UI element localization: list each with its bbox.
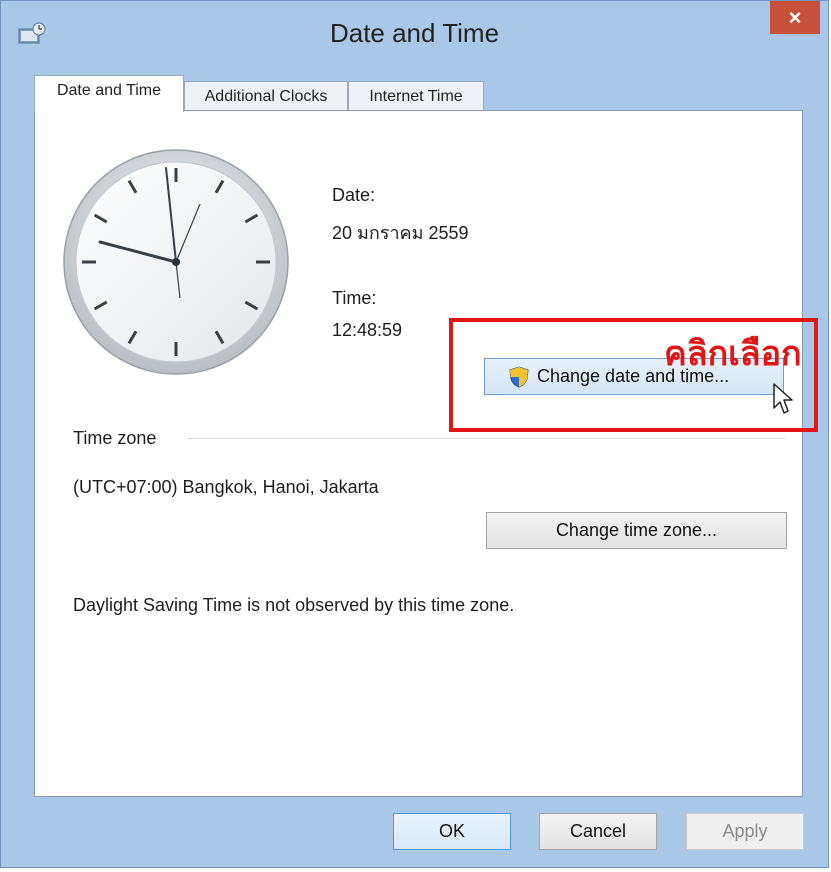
analog-clock-icon	[63, 149, 289, 375]
time-zone-value: (UTC+07:00) Bangkok, Hanoi, Jakarta	[73, 477, 379, 497]
cancel-button[interactable]: Cancel	[539, 813, 657, 850]
time-label: Time:	[332, 288, 377, 308]
tab-date-and-time[interactable]: Date and Time	[34, 75, 184, 112]
time-zone-section-label: Time zone	[73, 428, 157, 448]
dst-note: Daylight Saving Time is not observed by …	[73, 595, 515, 615]
tab-additional-clocks[interactable]: Additional Clocks	[184, 81, 348, 111]
ok-button[interactable]: OK	[393, 813, 511, 850]
time-value: 12:48:59	[332, 320, 403, 340]
change-time-zone-button[interactable]: Change time zone...	[486, 512, 787, 549]
date-value: 20 มกราคม 2559	[332, 223, 469, 243]
tab-internet-time[interactable]: Internet Time	[348, 81, 484, 111]
mouse-cursor-icon	[773, 383, 793, 414]
window-title: Date and Time	[329, 18, 500, 48]
title-bar: Date and Time ×	[1, 1, 828, 67]
date-label: Date:	[332, 185, 376, 205]
annotation-label: คลิกเลือก	[664, 334, 802, 374]
section-divider	[188, 438, 785, 439]
close-button[interactable]: ×	[770, 1, 820, 34]
apply-button: Apply	[686, 813, 804, 850]
